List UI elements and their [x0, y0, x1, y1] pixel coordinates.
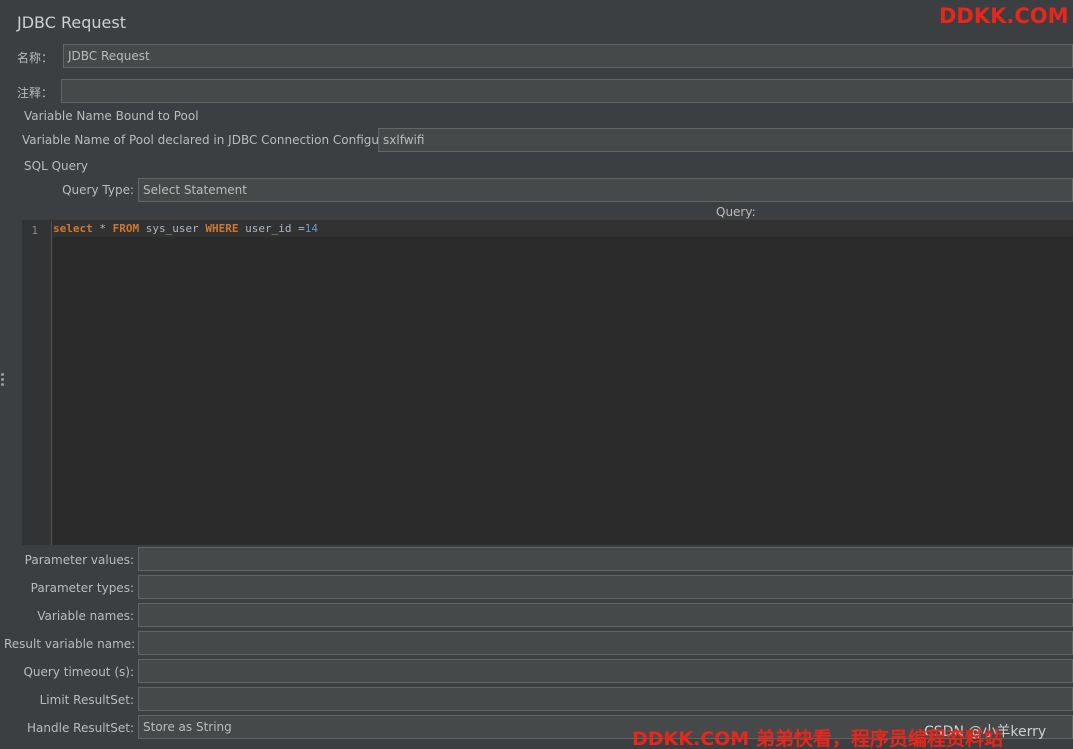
pool-name-field[interactable]: sxlfwifi [378, 128, 1073, 152]
sql-token-keyword: FROM [112, 222, 140, 235]
limit-resultset-label: Limit ResultSet: [39, 693, 134, 707]
name-label: 名称： [17, 51, 54, 65]
handle-resultset-label: Handle ResultSet: [27, 721, 134, 735]
sql-section-title: SQL Query [24, 159, 89, 173]
pool-label: Variable Name of Pool declared in JDBC C… [22, 133, 419, 147]
parameter-values-field[interactable] [138, 547, 1073, 571]
parameter-types-field[interactable] [138, 575, 1073, 599]
query-type-select[interactable]: Select Statement [138, 178, 1073, 202]
comment-field[interactable] [61, 79, 1073, 103]
parameter-values-label: Parameter values: [24, 553, 134, 567]
sql-query-editor[interactable]: 1 select * FROM sys_user WHERE user_id =… [22, 220, 1073, 545]
handle-resultset-value: Store as String [143, 720, 232, 734]
query-label: Query: [716, 205, 756, 219]
sql-token-plain: * [92, 222, 113, 235]
pool-section-title: Variable Name Bound to Pool [24, 109, 199, 123]
sql-token-keyword: WHERE [205, 222, 239, 235]
panel-title: JDBC Request [17, 13, 126, 32]
query-type-label: Query Type: [62, 183, 134, 197]
sql-token-keyword: select [53, 222, 93, 235]
splitter-grip[interactable] [0, 370, 6, 390]
sql-token-number: 14 [304, 222, 318, 235]
result-variable-name-label: Result variable name: [4, 637, 136, 651]
line-number-gutter: 1 [22, 221, 52, 545]
line-number: 1 [31, 224, 38, 237]
comment-label: 注释： [17, 86, 54, 100]
name-field[interactable]: JDBC Request [63, 44, 1073, 68]
watermark-bottom: DDKK.COM 弟弟快看，程序员编程资料站 [632, 728, 1003, 749]
result-variable-name-field[interactable] [138, 631, 1073, 655]
parameter-types-label: Parameter types: [30, 581, 134, 595]
limit-resultset-field[interactable] [138, 687, 1073, 711]
query-timeout-field[interactable] [138, 659, 1073, 683]
variable-names-field[interactable] [138, 603, 1073, 627]
query-type-value: Select Statement [143, 183, 247, 197]
sql-token-plain: sys_user [139, 222, 206, 235]
sql-token-plain: user_id = [238, 222, 305, 235]
variable-names-label: Variable names: [37, 609, 134, 623]
watermark-top: DDKK.COM [939, 4, 1069, 28]
query-timeout-label: Query timeout (s): [23, 665, 134, 679]
code-line[interactable]: select * FROM sys_user WHERE user_id =14 [53, 222, 318, 236]
